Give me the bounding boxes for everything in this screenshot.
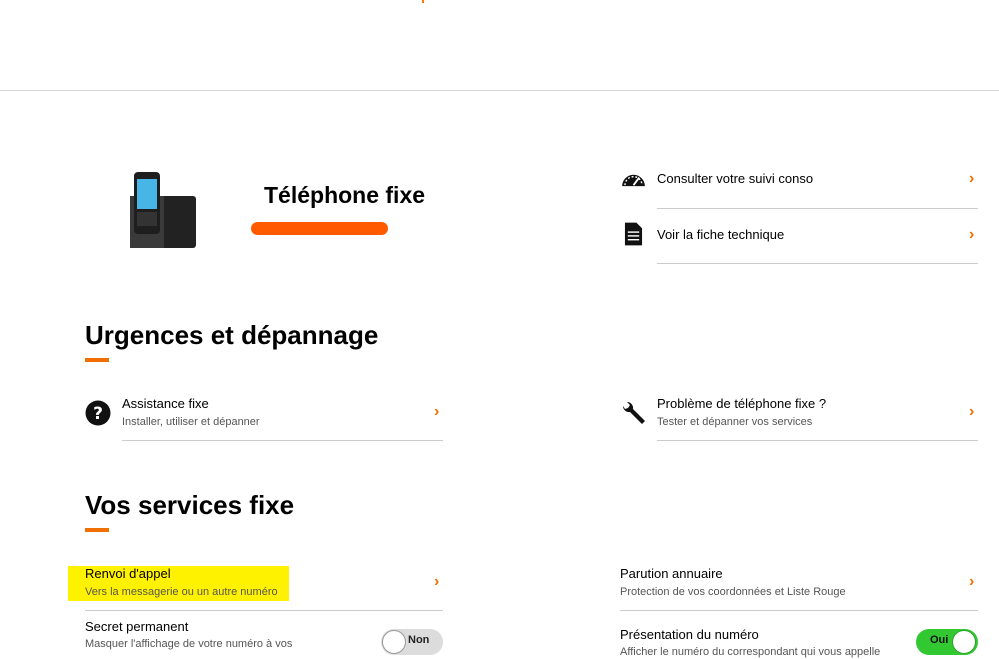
service-item-parution-annuaire[interactable]: Parution annuaire Protection de vos coor…	[620, 564, 978, 610]
top-header	[0, 0, 999, 91]
divider	[85, 610, 443, 611]
chevron-right-icon: ›	[969, 170, 975, 187]
chevron-right-icon: ›	[969, 573, 975, 590]
service-description: Afficher le numéro du correspondant qui …	[620, 646, 881, 658]
chevron-right-icon: ›	[969, 226, 975, 243]
divider	[122, 440, 443, 441]
section-underline	[85, 528, 109, 532]
quick-link-suivi-conso[interactable]: Consulter votre suivi conso ›	[620, 165, 978, 209]
service-item-secret-permanent: Secret permanent Masquer l'affichage de …	[85, 617, 443, 659]
quick-link-fiche-technique[interactable]: Voir la fiche technique ›	[620, 219, 978, 263]
presentation-numero-toggle[interactable]: Oui	[916, 629, 978, 655]
question-circle-icon: ?	[85, 400, 111, 426]
service-label: Présentation du numéro	[620, 627, 759, 642]
chevron-right-icon: ›	[969, 403, 975, 420]
chevron-right-icon: ›	[434, 403, 440, 420]
toggle-knob	[382, 630, 406, 654]
service-label: Renvoi d'appel	[85, 566, 171, 581]
service-description: Masquer l'affichage de votre numéro à vo…	[85, 638, 293, 650]
quick-link-label: Voir la fiche technique	[657, 227, 785, 242]
service-item-renvoi-appel[interactable]: Renvoi d'appel Vers la messagerie ou un …	[85, 564, 443, 610]
header-accent-mark	[422, 0, 424, 3]
secret-permanent-toggle[interactable]: Non	[381, 629, 443, 655]
section-underline	[85, 358, 109, 362]
service-item-presentation-numero: Présentation du numéro Afficher le numér…	[620, 617, 978, 659]
service-description: Protection de vos coordonnées et Liste R…	[620, 586, 846, 598]
service-label: Assistance fixe	[122, 396, 209, 411]
toggle-state-label: Non	[408, 634, 430, 646]
toggle-knob	[952, 630, 976, 654]
service-label: Problème de téléphone fixe ?	[657, 396, 827, 411]
service-description: Tester et dépanner vos services	[657, 416, 813, 428]
service-label: Parution annuaire	[620, 566, 723, 581]
document-icon	[624, 222, 643, 246]
landline-phone-icon	[130, 172, 196, 248]
service-item-probleme-telephone[interactable]: Problème de téléphone fixe ? Tester et d…	[620, 394, 978, 440]
page-title: Téléphone fixe	[264, 182, 426, 208]
divider	[620, 610, 978, 611]
toggle-state-label: Oui	[930, 634, 949, 646]
section-title-urgences: Urgences et dépannage	[85, 320, 379, 350]
service-description: Vers la messagerie ou un autre numéro	[85, 586, 278, 598]
divider	[657, 208, 978, 209]
divider	[657, 263, 978, 264]
chevron-right-icon: ›	[434, 573, 440, 590]
title-underline	[251, 222, 388, 235]
service-description: Installer, utiliser et dépanner	[122, 416, 260, 428]
section-title-services: Vos services fixe	[85, 490, 295, 520]
wrench-icon	[622, 401, 645, 424]
service-item-assistance-fixe[interactable]: ? Assistance fixe Installer, utiliser et…	[85, 394, 443, 440]
divider	[657, 440, 978, 441]
quick-link-label: Consulter votre suivi conso	[657, 171, 814, 186]
svg-text:?: ?	[93, 404, 103, 424]
service-label: Secret permanent	[85, 619, 189, 634]
speedometer-icon	[622, 174, 645, 187]
